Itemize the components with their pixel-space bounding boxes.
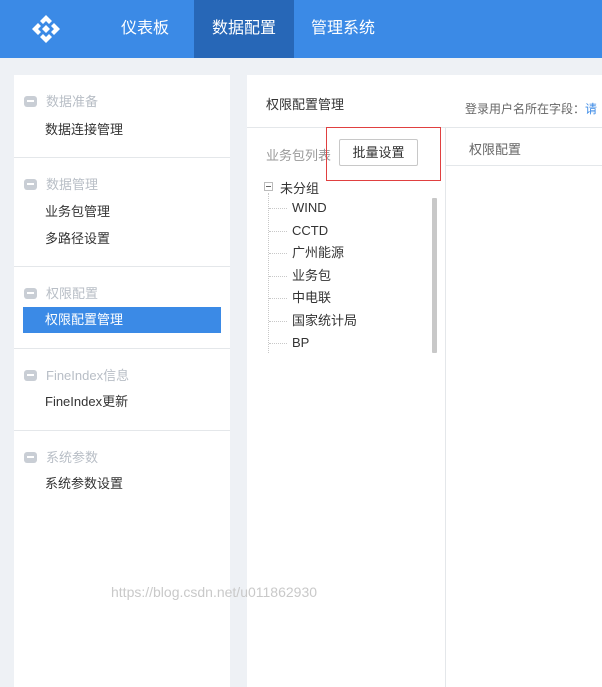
login-field-link[interactable]: 请 — [585, 102, 597, 116]
tree-node[interactable]: WIND — [269, 199, 327, 217]
section-title-text: 数据管理 — [46, 177, 99, 192]
watermark: https://blog.csdn.net/u011862930 — [111, 584, 318, 600]
tree-node[interactable]: 国家统计局 — [268, 312, 357, 330]
package-list-label: 业务包列表 — [266, 148, 332, 163]
diamond-logo-icon[interactable] — [30, 13, 62, 45]
section-title: 数据管理 — [24, 176, 98, 194]
permission-header-divider — [445, 165, 602, 166]
login-field-label: 登录用户名所在字段： — [465, 102, 586, 116]
sidebar-item-permission-management[interactable]: 权限配置管理 — [23, 307, 221, 333]
top-navigation-bar: 仪表板 数据配置 管理系统 — [0, 0, 602, 58]
header-divider — [247, 127, 602, 128]
tree-connector — [268, 193, 269, 353]
tree-node[interactable]: 广州能源 — [268, 244, 344, 262]
tree-node[interactable]: 中电联 — [268, 289, 331, 307]
sidebar-item-fineindex-update[interactable]: FineIndex更新 — [23, 389, 221, 415]
page-title: 权限配置管理 — [266, 97, 345, 112]
collapse-icon[interactable] — [264, 182, 273, 191]
folder-icon — [24, 96, 37, 107]
sidebar-section-system-params: 系统参数 系统参数设置 — [14, 430, 230, 512]
permission-config-header: 权限配置 — [469, 142, 522, 157]
tree-scrollbar[interactable] — [432, 198, 437, 353]
sidebar-item-system-params-settings[interactable]: 系统参数设置 — [23, 471, 221, 497]
folder-icon — [24, 179, 37, 190]
sidebar-section-data-management: 数据管理 业务包管理 多路径设置 — [14, 157, 230, 266]
login-field-hint: 登录用户名所在字段：请 — [465, 100, 597, 117]
folder-icon — [24, 452, 37, 463]
sidebar-section-permission-config: 权限配置 权限配置管理 — [14, 266, 230, 348]
nav-management-system[interactable]: 管理系统 — [297, 0, 389, 58]
sidebar-item-package-management[interactable]: 业务包管理 — [23, 199, 221, 225]
folder-icon — [24, 370, 37, 381]
tree-node[interactable]: CCTD — [268, 222, 328, 240]
column-divider — [445, 127, 446, 687]
section-title: FineIndex信息 — [24, 367, 129, 385]
folder-icon — [24, 288, 37, 299]
nav-dashboard[interactable]: 仪表板 — [106, 0, 184, 58]
batch-settings-button[interactable]: 批量设置 — [339, 139, 418, 166]
section-title-text: 权限配置 — [46, 286, 99, 301]
section-title-text: FineIndex信息 — [46, 368, 130, 383]
section-title: 权限配置 — [24, 285, 98, 303]
section-title: 系统参数 — [24, 449, 98, 467]
sidebar-item-multipath-settings[interactable]: 多路径设置 — [23, 226, 221, 252]
sidebar-section-fineindex-info: FineIndex信息 FineIndex更新 — [14, 348, 230, 430]
section-title: 数据准备 — [24, 93, 98, 111]
sidebar-section-data-prep: 数据准备 数据连接管理 — [14, 75, 230, 157]
tree-group-ungrouped[interactable]: 未分组 — [280, 178, 319, 197]
tree-node[interactable]: BP — [268, 334, 309, 352]
sidebar-item-data-connection[interactable]: 数据连接管理 — [23, 117, 221, 143]
tree-node[interactable]: 业务包 — [268, 267, 331, 285]
nav-data-config[interactable]: 数据配置 — [194, 0, 294, 58]
section-title-text: 数据准备 — [46, 94, 99, 109]
section-title-text: 系统参数 — [46, 450, 99, 465]
